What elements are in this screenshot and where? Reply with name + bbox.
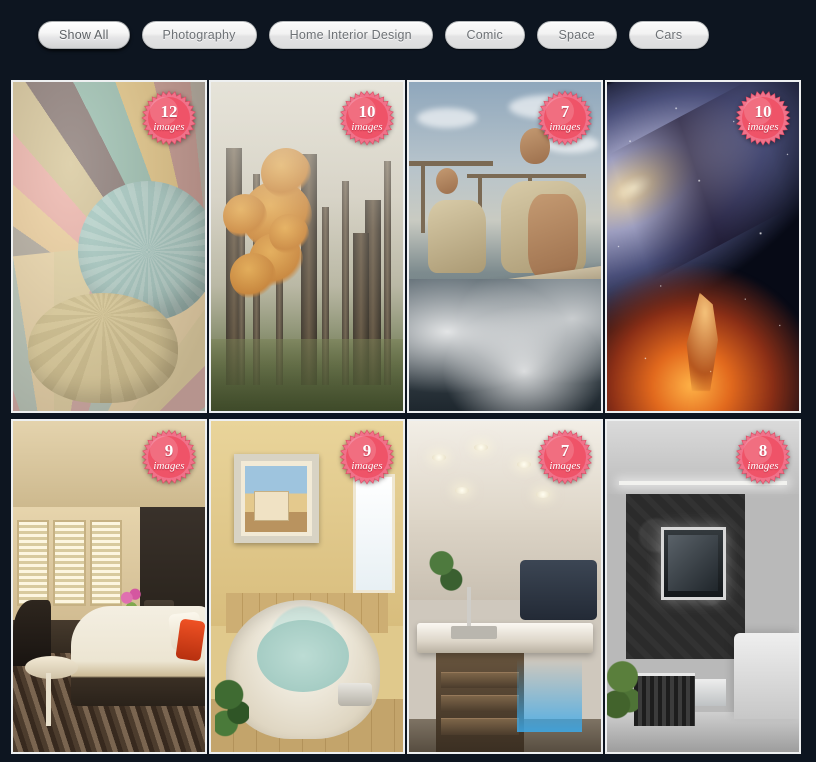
filter-button-space[interactable]: Space bbox=[536, 21, 617, 49]
filter-bar: Show All Photography Home Interior Design C… bbox=[0, 0, 816, 70]
gallery-card[interactable]: 10 images bbox=[209, 80, 405, 413]
starburst-shape bbox=[735, 429, 791, 485]
gallery-card[interactable]: 7 images bbox=[407, 80, 603, 413]
image-count-badge: 10 images bbox=[735, 90, 791, 146]
filter-button-cars[interactable]: Cars bbox=[628, 21, 709, 49]
gallery-card[interactable]: 8 images bbox=[605, 419, 801, 754]
starburst-shape bbox=[141, 90, 197, 146]
image-count-badge: 9 images bbox=[339, 429, 395, 485]
filter-button-home-interior-design[interactable]: Home Interior Design bbox=[268, 21, 433, 49]
starburst-shape bbox=[339, 429, 395, 485]
starburst-shape bbox=[537, 90, 593, 146]
image-count-badge: 8 images bbox=[735, 429, 791, 485]
filter-button-comic[interactable]: Comic bbox=[444, 21, 525, 49]
starburst-shape bbox=[537, 429, 593, 485]
gallery-card[interactable]: 10 images bbox=[605, 80, 801, 413]
image-count-badge: 7 images bbox=[537, 429, 593, 485]
starburst-shape bbox=[339, 90, 395, 146]
gallery-card[interactable]: 9 images bbox=[209, 419, 405, 754]
filter-button-photography[interactable]: Photography bbox=[141, 21, 257, 49]
gallery-card[interactable]: 9 images bbox=[11, 419, 207, 754]
image-count-badge: 12 images bbox=[141, 90, 197, 146]
gallery-card[interactable]: 12 images bbox=[11, 80, 207, 413]
image-count-badge: 7 images bbox=[537, 90, 593, 146]
filter-button-show-all[interactable]: Show All bbox=[38, 21, 130, 49]
gallery-card[interactable]: 7 images bbox=[407, 419, 603, 754]
starburst-shape bbox=[141, 429, 197, 485]
gallery-grid: 12 images 10 images 7 images 10 images 9 images 9 i… bbox=[11, 80, 805, 754]
image-count-badge: 10 images bbox=[339, 90, 395, 146]
starburst-shape bbox=[735, 90, 791, 146]
image-count-badge: 9 images bbox=[141, 429, 197, 485]
